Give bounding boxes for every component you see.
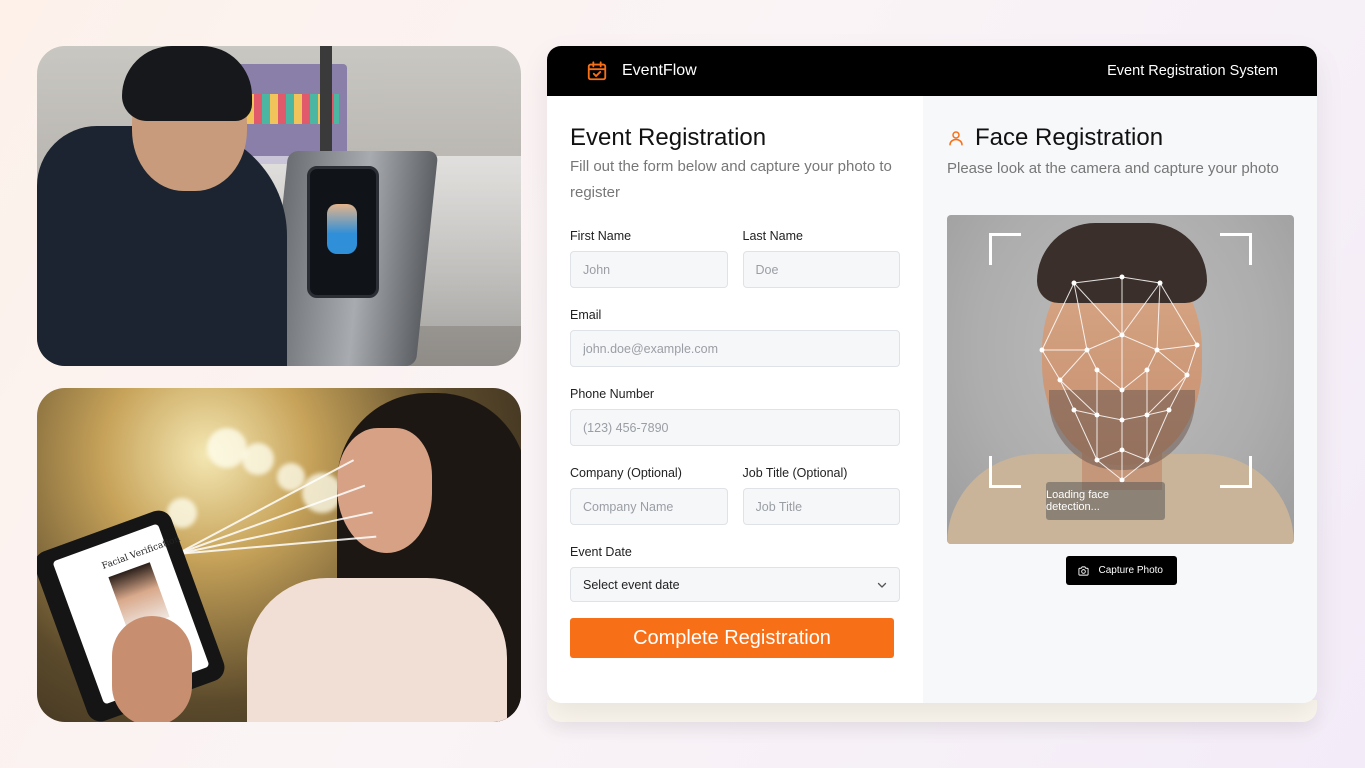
user-icon	[949, 131, 963, 146]
face-title: Face Registration	[975, 124, 1164, 151]
capture-photo-button[interactable]: Capture Photo	[1065, 556, 1177, 585]
brand-name[interactable]: EventFlow	[622, 62, 697, 80]
job-title-input[interactable]	[742, 488, 900, 525]
person-hair	[122, 46, 252, 121]
complete-registration-button[interactable]: Complete Registration	[570, 618, 894, 658]
email-input[interactable]	[570, 330, 900, 367]
bokeh-light	[242, 443, 274, 475]
woman-top	[247, 578, 507, 722]
last-name-label: Last Name	[742, 229, 803, 243]
bokeh-light	[207, 428, 247, 468]
brand: EventFlow	[586, 60, 697, 82]
company-label: Company (Optional)	[570, 466, 682, 480]
scan-frame-corner	[989, 456, 1021, 488]
event-date-select[interactable]: Select event date	[570, 567, 900, 602]
scan-frame-corner	[989, 233, 1021, 265]
camera-preview: Loading face detection...	[947, 215, 1294, 544]
event-date-label: Event Date	[570, 545, 632, 559]
first-name-label: First Name	[570, 229, 632, 243]
company-input[interactable]	[570, 488, 728, 525]
registration-form: Event Registration Fill out the form bel…	[547, 96, 923, 703]
scan-frame-corner	[1220, 456, 1252, 488]
chevron-down-icon	[877, 582, 887, 588]
job-title-label: Job Title (Optional)	[742, 466, 848, 480]
event-date-value: Select event date	[583, 577, 680, 592]
face-detection-status: Loading face detection...	[1046, 482, 1165, 520]
first-name-input[interactable]	[570, 251, 728, 288]
tablet-photo: Facial Verification	[37, 388, 521, 722]
face-registration-panel: Face Registration Please look at the cam…	[923, 96, 1317, 703]
phone-label: Phone Number	[570, 387, 655, 401]
camera-icon	[1077, 565, 1089, 576]
form-title: Event Registration	[570, 124, 767, 151]
kiosk-photo	[37, 46, 521, 366]
form-description: Fill out the form below and capture your…	[570, 158, 892, 201]
kiosk-face-image	[327, 204, 357, 254]
hand	[112, 616, 192, 722]
email-label: Email	[570, 308, 602, 322]
card-shadow	[547, 700, 1317, 722]
capture-photo-label: Capture Photo	[1098, 565, 1164, 576]
top-bar: EventFlow Event Registration System	[547, 46, 1317, 96]
phone-input[interactable]	[570, 409, 900, 446]
system-title: Event Registration System	[1107, 63, 1278, 79]
last-name-input[interactable]	[742, 251, 900, 288]
face-instruction: Please look at the camera and capture yo…	[947, 160, 1279, 177]
calendar-check-icon	[587, 61, 607, 81]
scan-frame-corner	[1220, 233, 1252, 265]
app-window: EventFlow Event Registration System Even…	[547, 46, 1317, 703]
